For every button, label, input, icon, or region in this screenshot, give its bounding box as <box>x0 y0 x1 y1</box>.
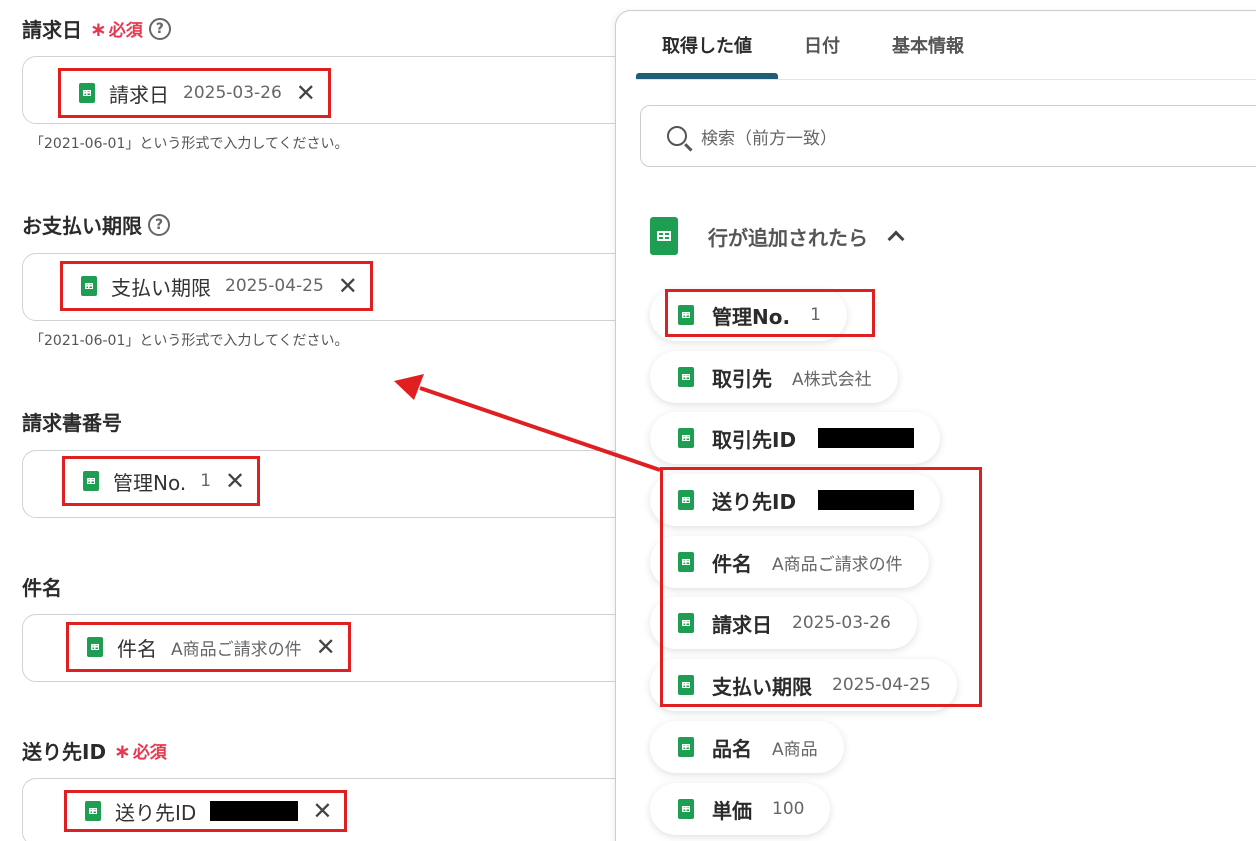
annotation-arrow <box>394 374 661 472</box>
